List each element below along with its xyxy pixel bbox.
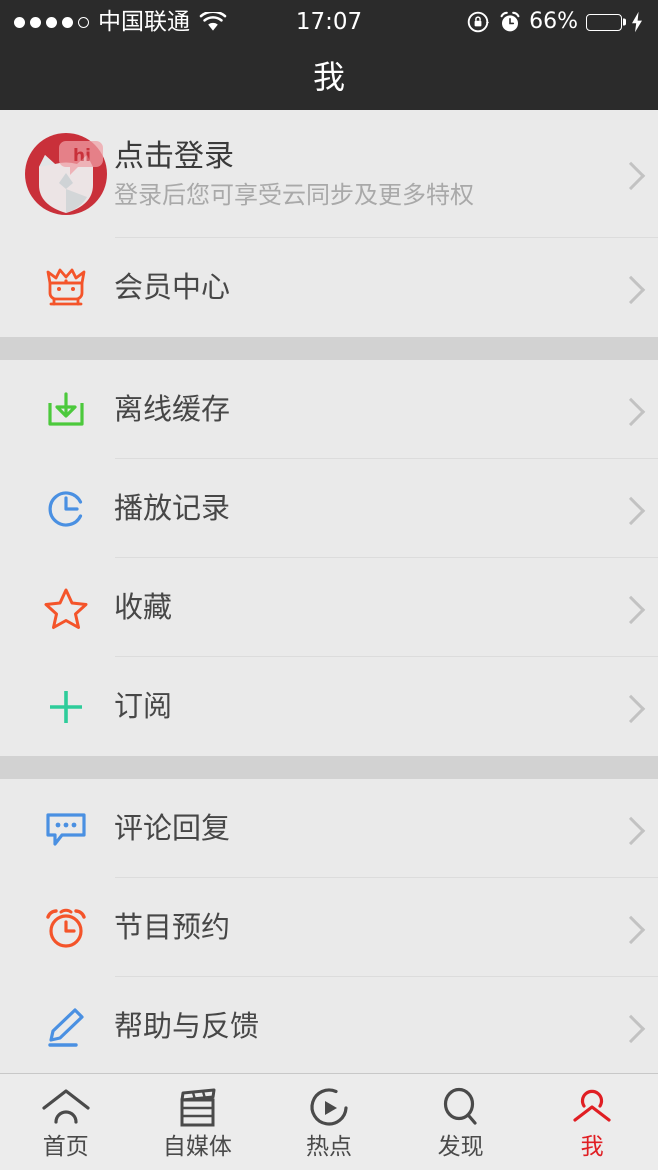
nav-bar: 我 xyxy=(0,44,658,110)
history-clock-icon xyxy=(18,487,114,531)
battery-percent-label: 66% xyxy=(529,9,578,34)
menu-row-play-history[interactable]: 播放记录 xyxy=(0,459,658,558)
menu-label: 订阅 xyxy=(114,688,173,723)
menu-row-comment-replies[interactable]: 评论回复 xyxy=(0,779,658,878)
fox-avatar-icon: hi xyxy=(25,133,107,215)
chevron-right-icon xyxy=(616,496,646,525)
section-separator xyxy=(0,756,658,779)
plus-icon xyxy=(18,685,114,729)
signal-dot xyxy=(30,16,41,28)
login-chevron[interactable] xyxy=(588,110,658,238)
download-icon xyxy=(18,389,114,431)
tab-self-media[interactable]: 自媒体 xyxy=(132,1074,264,1170)
person-icon xyxy=(568,1086,616,1130)
menu-label: 收藏 xyxy=(114,589,173,624)
comment-bubble-icon xyxy=(18,808,114,850)
chevron-right-icon xyxy=(616,595,646,624)
tab-discover[interactable]: 发现 xyxy=(395,1074,527,1170)
support-group: 评论回复 节目预约 帮助与反馈 xyxy=(0,779,658,1073)
tab-label: 热点 xyxy=(305,1133,352,1160)
program-reservation-chevron[interactable] xyxy=(588,878,658,977)
signal-dot xyxy=(62,16,73,28)
login-texts: 点击登录 登录后您可享受云同步及更多特权 xyxy=(114,138,474,209)
search-magnifier-icon xyxy=(438,1086,484,1130)
comment-replies-chevron[interactable] xyxy=(588,779,658,878)
chevron-right-icon xyxy=(616,1014,646,1043)
battery-icon xyxy=(586,13,622,31)
page-title: 我 xyxy=(312,58,345,96)
signal-strength-dots xyxy=(14,16,89,28)
menu-label: 帮助与反馈 xyxy=(114,1008,260,1043)
chevron-right-icon xyxy=(616,275,646,304)
tab-me[interactable]: 我 xyxy=(526,1074,658,1170)
login-subtitle: 登录后您可享受云同步及更多特权 xyxy=(114,180,474,209)
menu-label: 播放记录 xyxy=(114,490,231,525)
menu-row-subscriptions[interactable]: 订阅 xyxy=(0,657,658,756)
login-title: 点击登录 xyxy=(114,138,234,174)
signal-dot-empty xyxy=(78,16,89,28)
favorites-chevron[interactable] xyxy=(588,558,658,657)
home-arch-icon xyxy=(40,1086,92,1130)
crown-cat-icon xyxy=(18,267,114,309)
play-history-chevron[interactable] xyxy=(588,459,658,558)
alarm-clock-icon xyxy=(18,905,114,951)
tab-home[interactable]: 首页 xyxy=(0,1074,132,1170)
menu-label: 会员中心 xyxy=(114,269,231,304)
star-icon xyxy=(18,586,114,630)
signal-dot xyxy=(46,16,57,28)
signal-dot xyxy=(14,16,25,28)
tab-label: 自媒体 xyxy=(162,1133,232,1160)
clapperboard-icon xyxy=(173,1086,221,1130)
lightning-bolt-icon xyxy=(630,11,644,33)
chevron-right-icon xyxy=(616,694,646,723)
menu-row-offline-cache[interactable]: 离线缓存 xyxy=(0,360,658,459)
menu-row-favorites[interactable]: 收藏 xyxy=(0,558,658,657)
library-group: 离线缓存 播放记录 收藏 订阅 xyxy=(0,360,658,756)
menu-label: 评论回复 xyxy=(114,810,231,845)
content-scroll-area[interactable]: hi 点击登录 登录后您可享受云同步及更多特权 会员中心 离线缓存 播放记录 收… xyxy=(0,110,658,1073)
menu-row-program-reservation[interactable]: 节目预约 xyxy=(0,878,658,977)
tab-label: 我 xyxy=(580,1133,604,1160)
chevron-right-icon xyxy=(616,915,646,944)
pencil-edit-icon xyxy=(18,1005,114,1049)
avatar: hi xyxy=(18,133,114,215)
phone-screen: 中国联通 17:07 66% 我 hi 点击登录 登录后您可享受云同步及更多特权… xyxy=(0,0,658,1170)
chevron-right-icon xyxy=(616,816,646,845)
carrier-label: 中国联通 xyxy=(98,8,190,35)
section-separator xyxy=(0,337,658,360)
offline-cache-chevron[interactable] xyxy=(588,360,658,459)
play-circle-icon xyxy=(306,1086,352,1130)
bottom-tab-bar: 首页 自媒体 热点 发现 我 xyxy=(0,1073,658,1170)
chevron-right-icon xyxy=(616,161,646,191)
chevron-right-icon xyxy=(616,397,646,426)
wifi-icon xyxy=(199,11,227,33)
help-feedback-chevron[interactable] xyxy=(588,977,658,1073)
status-bar-left: 中国联通 xyxy=(14,8,227,35)
alarm-icon xyxy=(499,11,521,33)
login-row[interactable]: hi 点击登录 登录后您可享受云同步及更多特权 xyxy=(0,110,658,238)
menu-label: 节目预约 xyxy=(114,909,231,944)
status-bar-right: 66% xyxy=(467,10,644,34)
tab-label: 首页 xyxy=(42,1133,89,1160)
menu-row-help-feedback[interactable]: 帮助与反馈 xyxy=(0,977,658,1073)
svg-text:hi: hi xyxy=(73,146,91,166)
tab-label: 发现 xyxy=(437,1133,484,1160)
rotation-lock-icon xyxy=(467,10,491,34)
tab-hot[interactable]: 热点 xyxy=(263,1074,395,1170)
status-bar: 中国联通 17:07 66% xyxy=(0,0,658,44)
member-center-chevron[interactable] xyxy=(588,238,658,337)
subscriptions-chevron[interactable] xyxy=(588,657,658,756)
menu-label: 离线缓存 xyxy=(114,391,231,426)
account-group: hi 点击登录 登录后您可享受云同步及更多特权 会员中心 xyxy=(0,110,658,337)
menu-row-member-center[interactable]: 会员中心 xyxy=(0,238,658,337)
